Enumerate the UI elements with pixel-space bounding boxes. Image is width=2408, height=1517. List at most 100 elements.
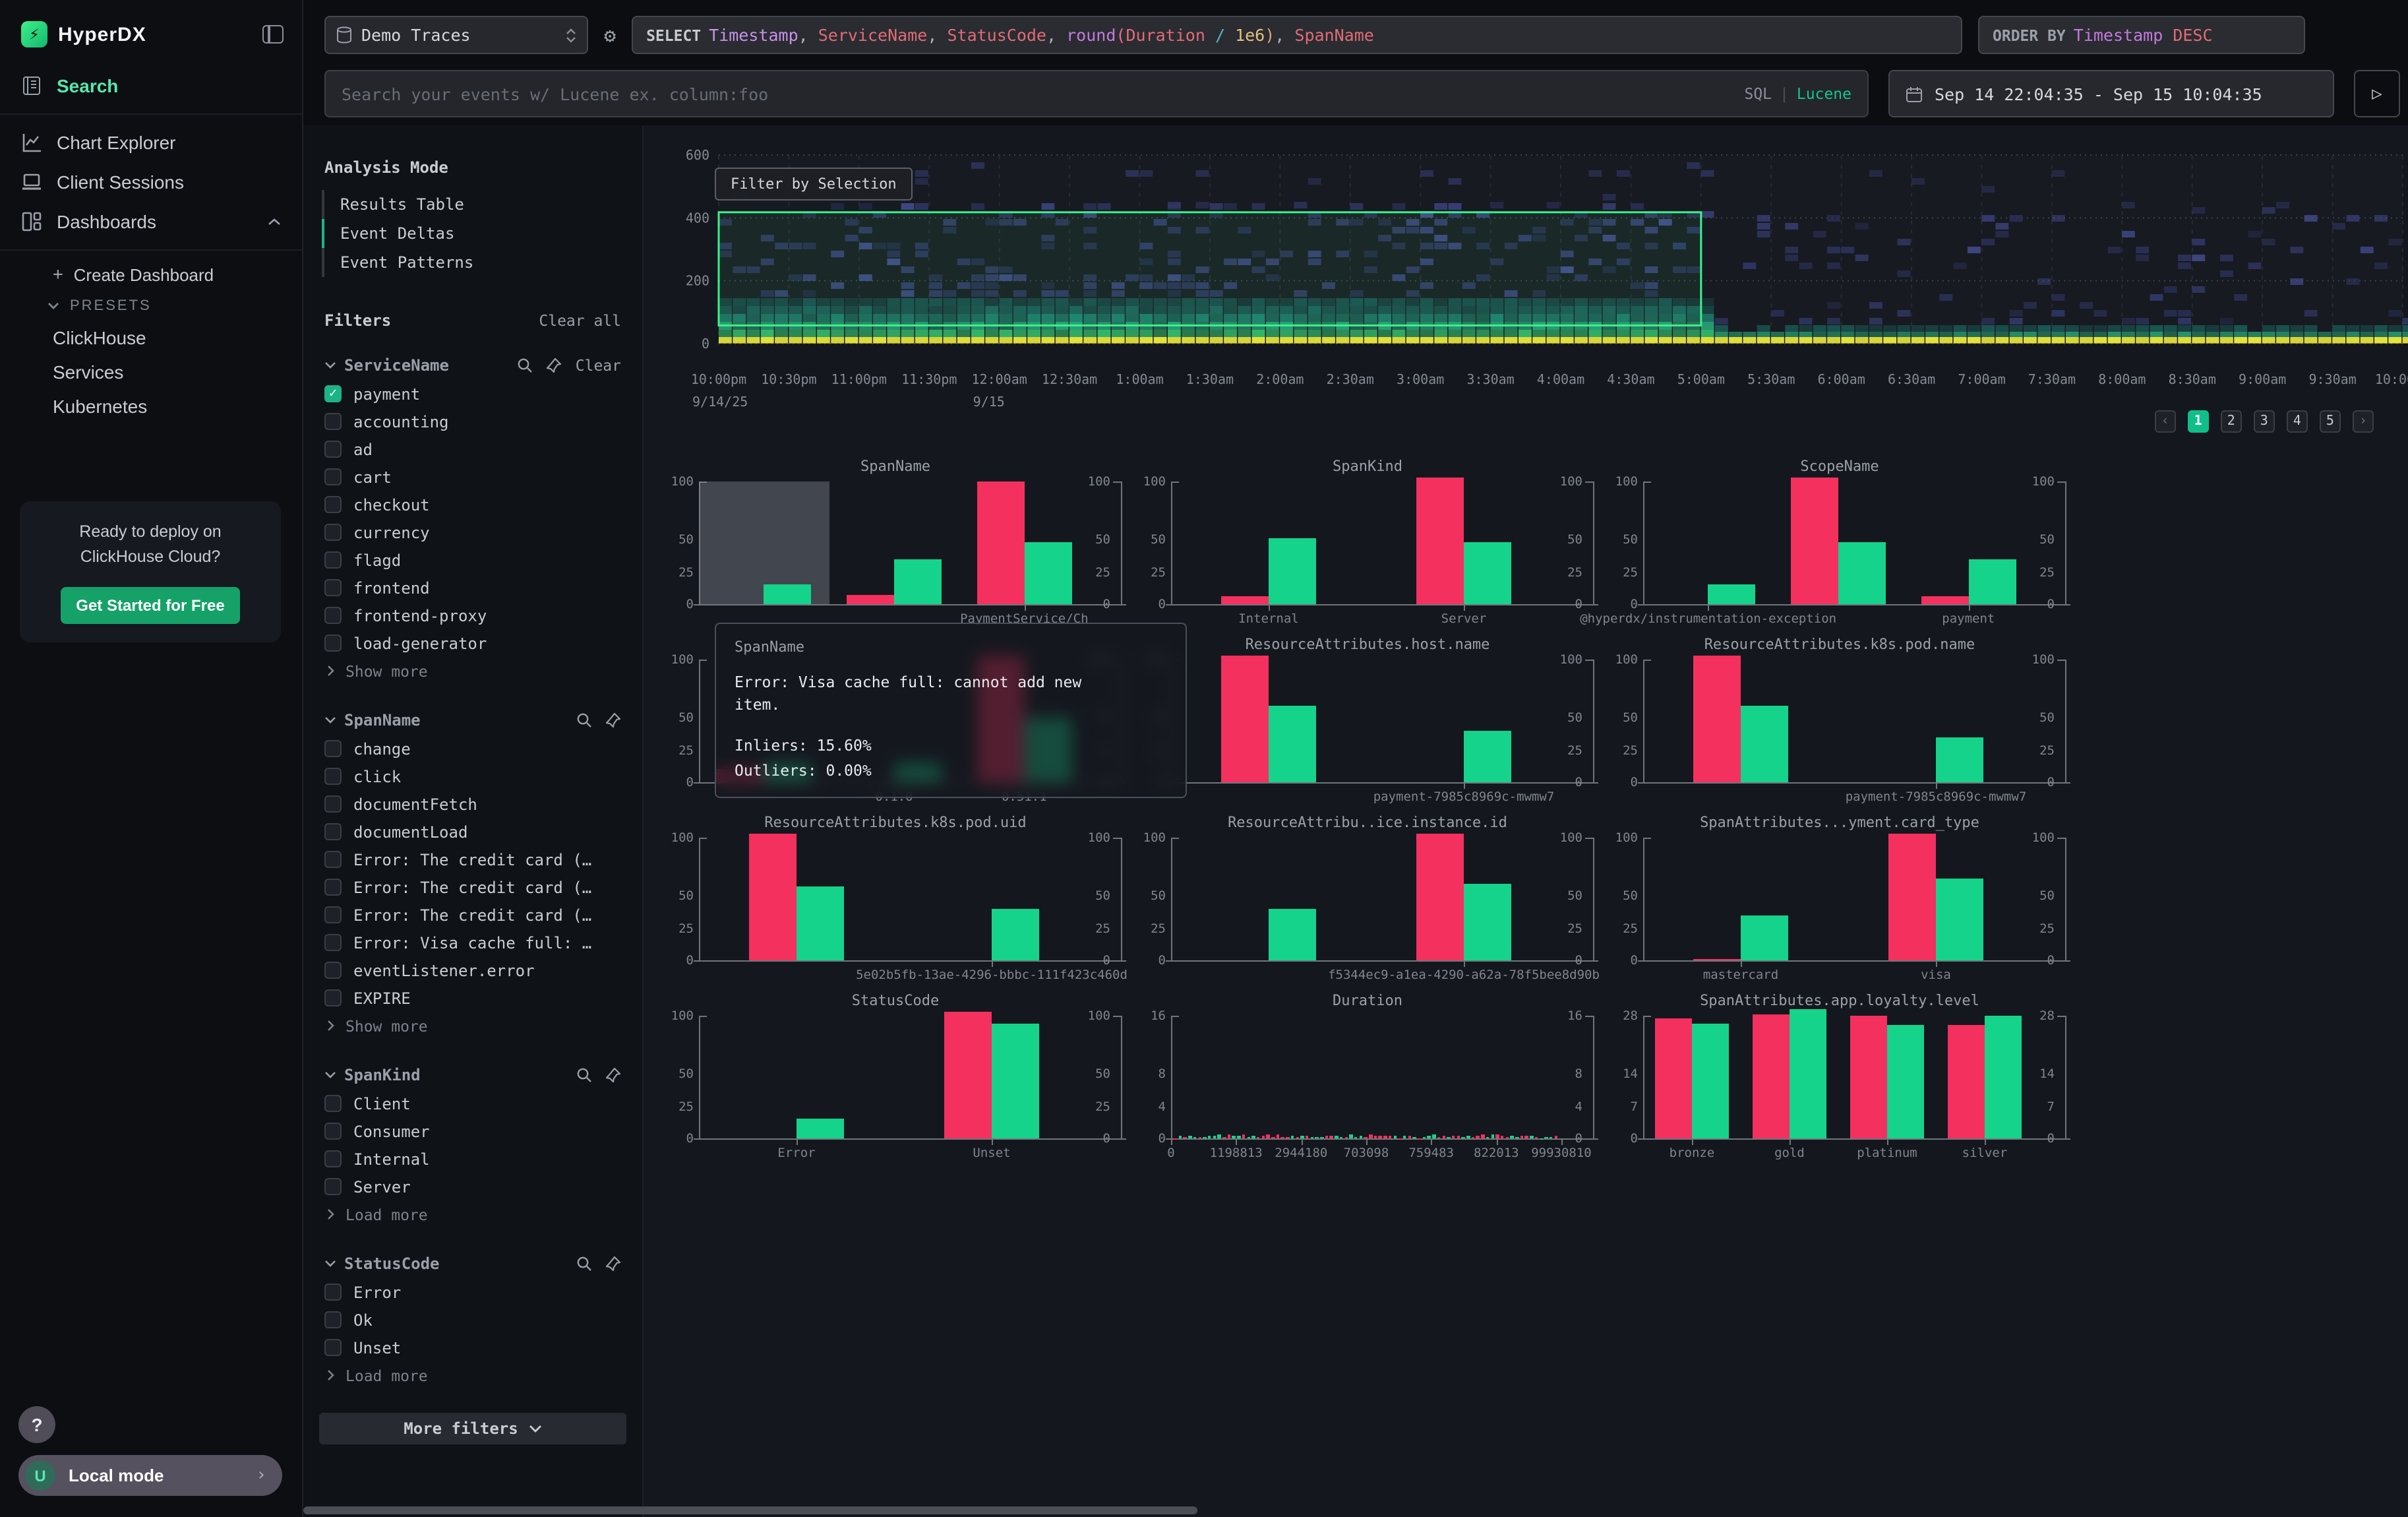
search-icon[interactable] [576, 1067, 592, 1083]
search-input[interactable]: Search your events w/ Lucene ex. column:… [324, 70, 1869, 117]
checkbox-checked[interactable]: ✓ [324, 385, 342, 402]
pagination-page-5[interactable]: 5 [2320, 410, 2341, 433]
pin-icon[interactable] [605, 1256, 621, 1272]
sidebar-item-search[interactable]: Search [0, 66, 302, 106]
pagination-prev[interactable]: ‹ [2155, 410, 2176, 433]
filter-option-row[interactable]: Error: Visa cache full: … [319, 929, 626, 956]
filter-option-row[interactable]: documentLoad [319, 818, 626, 846]
checkbox[interactable] [324, 1284, 342, 1301]
pagination-page-3[interactable]: 3 [2254, 410, 2275, 433]
filter-by-selection-button[interactable]: Filter by Selection [715, 168, 913, 201]
checkbox[interactable] [324, 1123, 342, 1140]
more-filters-button[interactable]: More filters [319, 1413, 626, 1444]
select-query-input[interactable]: SELECT Timestamp, ServiceName, StatusCod… [632, 16, 1962, 54]
lucene-toggle[interactable]: Lucene [1797, 84, 1851, 103]
analysis-mode-event-deltas[interactable]: Event Deltas [319, 219, 626, 248]
filter-option-row[interactable]: currency [319, 518, 626, 546]
filter-option-row[interactable]: documentFetch [319, 790, 626, 818]
filter-option-row[interactable]: frontend-proxy [319, 602, 626, 629]
filter-option-row[interactable]: Server [319, 1173, 626, 1200]
analysis-mode-event-patterns[interactable]: Event Patterns [319, 248, 626, 277]
pagination-next[interactable]: › [2353, 410, 2374, 433]
delta-chart-duration[interactable]: Duration16168844000119881329441807030987… [1131, 989, 1604, 1167]
filter-option-row[interactable]: Error: The credit card (… [319, 846, 626, 873]
checkbox[interactable] [324, 1339, 342, 1356]
delta-chart-spankind[interactable]: SpanKind1001005050252500InternalServer [1131, 455, 1604, 633]
analysis-mode-results-table[interactable]: Results Table [319, 190, 626, 219]
filter-option-row[interactable]: Unset [319, 1334, 626, 1361]
checkbox[interactable] [324, 962, 342, 979]
pagination-page-2[interactable]: 2 [2221, 410, 2242, 433]
filter-show-more[interactable]: Show more [319, 657, 626, 685]
help-button[interactable]: ? [18, 1406, 55, 1443]
checkbox[interactable] [324, 768, 342, 785]
filter-option-row[interactable]: Ok [319, 1306, 626, 1334]
sidebar-item-chart-explorer[interactable]: Chart Explorer [0, 123, 302, 162]
pagination-page-4[interactable]: 4 [2287, 410, 2308, 433]
filter-option-row[interactable]: cart [319, 463, 626, 491]
delta-chart-spanattributes-app-loyalty-level[interactable]: SpanAttributes.app.loyalty.level28281414… [1604, 989, 2076, 1167]
gear-icon[interactable]: ⚙ [604, 23, 616, 47]
checkbox[interactable] [324, 989, 342, 1006]
filter-option-row[interactable]: checkout [319, 491, 626, 518]
pin-icon[interactable] [547, 357, 562, 373]
checkbox[interactable] [324, 551, 342, 569]
delta-chart-spanattributes-yment-card-type[interactable]: SpanAttributes...yment.card_type10010050… [1604, 811, 2076, 989]
checkbox[interactable] [324, 906, 342, 923]
checkbox[interactable] [324, 823, 342, 840]
sidebar-presets-header[interactable]: PRESETS [0, 292, 302, 321]
checkbox[interactable] [324, 795, 342, 813]
checkbox[interactable] [324, 851, 342, 868]
search-icon[interactable] [518, 357, 533, 373]
sidebar-preset-kubernetes[interactable]: Kubernetes [0, 389, 302, 423]
checkbox[interactable] [324, 579, 342, 596]
delta-chart-resourceattribu-ice-instance-id[interactable]: ResourceAttribu..ice.instance.id10010050… [1131, 811, 1604, 989]
filter-load-more[interactable]: Load more [319, 1200, 626, 1228]
search-icon[interactable] [576, 712, 592, 728]
filter-option-row[interactable]: ✓ payment [319, 380, 626, 408]
delta-chart-spanname[interactable]: SpanName1001005050252500PaymentService/C… [659, 455, 1131, 633]
filter-option-row[interactable]: Internal [319, 1145, 626, 1173]
filter-option-row[interactable]: Error: The credit card (… [319, 873, 626, 901]
filter-option-row[interactable]: accounting [319, 408, 626, 435]
sidebar-preset-services[interactable]: Services [0, 355, 302, 389]
delta-chart-statuscode[interactable]: StatusCode1001005050252500ErrorUnset [659, 989, 1131, 1167]
filter-option-row[interactable]: EXPIRE [319, 984, 626, 1012]
delta-chart-resourceattributes-host-name[interactable]: ResourceAttributes.host.name100100505025… [1131, 633, 1604, 811]
horizontal-scrollbar[interactable] [303, 1506, 1197, 1514]
date-range-input[interactable]: Sep 14 22:04:35 - Sep 15 10:04:35 [1888, 70, 2334, 117]
filter-option-row[interactable]: flagd [319, 546, 626, 574]
checkbox[interactable] [324, 934, 342, 951]
sidebar-collapse-icon[interactable] [262, 25, 284, 44]
filter-option-row[interactable]: Error [319, 1278, 626, 1306]
sidebar-item-create-dashboard[interactable]: + Create Dashboard [0, 259, 302, 292]
filter-option-row[interactable]: ad [319, 435, 626, 463]
sql-toggle[interactable]: SQL [1744, 84, 1772, 103]
run-query-button[interactable]: ▷ [2354, 70, 2400, 117]
checkbox[interactable] [324, 468, 342, 485]
filter-option-row[interactable]: load-generator [319, 629, 626, 657]
filter-option-row[interactable]: Consumer [319, 1117, 626, 1145]
checkbox[interactable] [324, 1150, 342, 1167]
filter-option-row[interactable]: frontend [319, 574, 626, 602]
filter-load-more[interactable]: Load more [319, 1361, 626, 1389]
filter-option-row[interactable]: change [319, 735, 626, 762]
checkbox[interactable] [324, 413, 342, 430]
filter-option-row[interactable]: eventListener.error [319, 956, 626, 984]
delta-chart-scopename[interactable]: ScopeName1001005050252500@hyperdx/instru… [1604, 455, 2076, 633]
delta-chart-resourceattributes-k8s-pod-uid[interactable]: ResourceAttributes.k8s.pod.uid1001005050… [659, 811, 1131, 989]
checkbox[interactable] [324, 496, 342, 513]
checkbox[interactable] [324, 1311, 342, 1328]
checkbox[interactable] [324, 441, 342, 458]
local-mode-button[interactable]: U Local mode › [18, 1455, 282, 1496]
checkbox[interactable] [324, 740, 342, 757]
filter-option-row[interactable]: Error: The credit card (… [319, 901, 626, 929]
checkbox[interactable] [324, 879, 342, 896]
checkbox[interactable] [324, 524, 342, 541]
sidebar-preset-clickhouse[interactable]: ClickHouse [0, 321, 302, 355]
search-icon[interactable] [576, 1256, 592, 1272]
source-select[interactable]: Demo Traces [324, 16, 588, 54]
delta-chart-resourceattributes-k8s-pod-name[interactable]: ResourceAttributes.k8s.pod.name100100505… [1604, 633, 2076, 811]
checkbox[interactable] [324, 1095, 342, 1112]
orderby-input[interactable]: ORDER BY Timestamp DESC [1978, 16, 2305, 54]
